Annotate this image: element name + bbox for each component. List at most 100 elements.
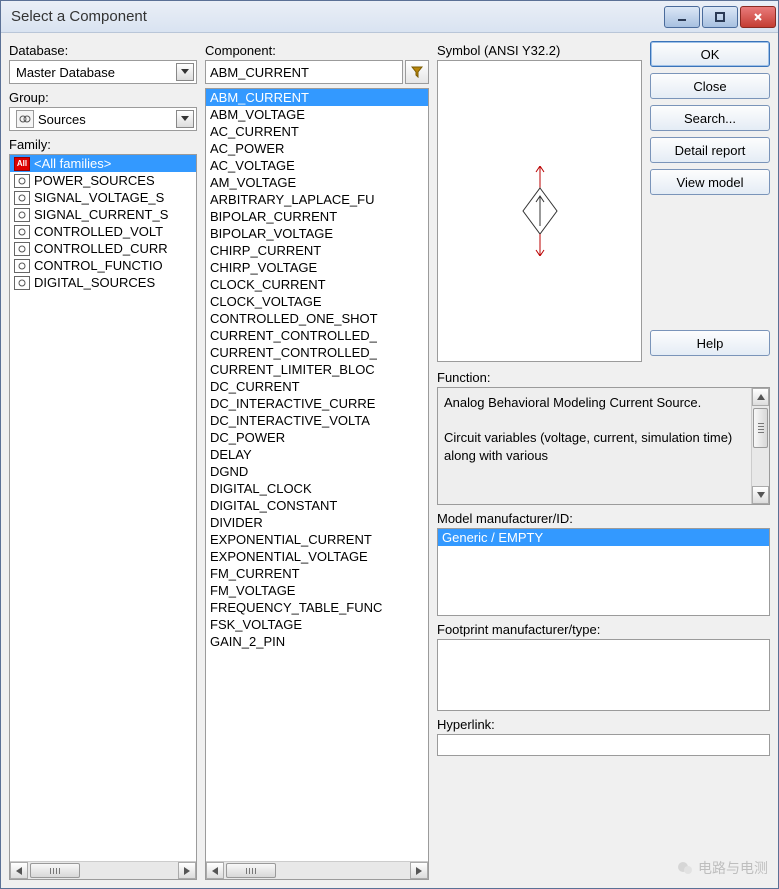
component-item[interactable]: DIGITAL_CLOCK (206, 480, 428, 497)
minimize-button[interactable] (664, 6, 700, 28)
view-model-button[interactable]: View model (650, 169, 770, 195)
hyperlink-label: Hyperlink: (437, 717, 770, 732)
component-item[interactable]: DGND (206, 463, 428, 480)
component-item[interactable]: ARBITRARY_LAPLACE_FU (206, 191, 428, 208)
component-item[interactable]: FM_CURRENT (206, 565, 428, 582)
scroll-left-icon[interactable] (10, 862, 28, 879)
component-item[interactable]: DIVIDER (206, 514, 428, 531)
component-item[interactable]: FSK_VOLTAGE (206, 616, 428, 633)
component-item[interactable]: FREQUENCY_TABLE_FUNC (206, 599, 428, 616)
component-item[interactable]: CHIRP_VOLTAGE (206, 259, 428, 276)
footprint-listbox[interactable] (437, 639, 770, 711)
model-item[interactable]: Generic / EMPTY (438, 529, 769, 546)
database-combobox[interactable]: Master Database (9, 60, 197, 84)
family-item-label: SIGNAL_VOLTAGE_S (34, 190, 164, 205)
function-label: Function: (437, 370, 770, 385)
component-item[interactable]: ABM_VOLTAGE (206, 106, 428, 123)
component-item[interactable]: DC_POWER (206, 429, 428, 446)
dependent-source-icon (515, 166, 565, 256)
component-item[interactable]: EXPONENTIAL_CURRENT (206, 531, 428, 548)
family-hscrollbar[interactable] (10, 861, 196, 879)
group-label: Group: (9, 90, 197, 105)
family-item-label: DIGITAL_SOURCES (34, 275, 155, 290)
family-item-label: <All families> (34, 156, 111, 171)
model-listbox[interactable]: Generic / EMPTY (437, 528, 770, 616)
component-label: Component: (205, 43, 429, 58)
model-label: Model manufacturer/ID: (437, 511, 770, 526)
chevron-down-icon (176, 63, 194, 81)
component-item[interactable]: FM_VOLTAGE (206, 582, 428, 599)
component-item[interactable]: CURRENT_CONTROLLED_ (206, 344, 428, 361)
family-item-label: CONTROLLED_VOLT (34, 224, 163, 239)
close-button[interactable]: Close (650, 73, 770, 99)
wechat-icon (676, 859, 694, 877)
family-item-label: CONTROL_FUNCTIO (34, 258, 163, 273)
family-item[interactable]: SIGNAL_VOLTAGE_S (10, 189, 196, 206)
component-item[interactable]: CLOCK_VOLTAGE (206, 293, 428, 310)
component-item[interactable]: AC_CURRENT (206, 123, 428, 140)
hyperlink-input[interactable] (437, 734, 770, 756)
function-text: Analog Behavioral Modeling Current Sourc… (444, 395, 732, 463)
help-button[interactable]: Help (650, 330, 770, 356)
group-value: Sources (38, 112, 176, 127)
family-item[interactable]: POWER_SOURCES (10, 172, 196, 189)
sources-icon (16, 110, 34, 128)
component-item[interactable]: EXPONENTIAL_VOLTAGE (206, 548, 428, 565)
component-item[interactable]: DC_INTERACTIVE_CURRE (206, 395, 428, 412)
component-item[interactable]: CURRENT_LIMITER_BLOC (206, 361, 428, 378)
family-item[interactable]: CONTROLLED_CURR (10, 240, 196, 257)
close-window-button[interactable] (740, 6, 776, 28)
component-hscrollbar[interactable] (206, 861, 428, 879)
symbol-label: Symbol (ANSI Y32.2) (437, 43, 642, 58)
component-item[interactable]: DC_CURRENT (206, 378, 428, 395)
family-label: Family: (9, 137, 197, 152)
filter-icon (411, 66, 423, 78)
component-item[interactable]: CURRENT_CONTROLLED_ (206, 327, 428, 344)
group-combobox[interactable]: Sources (9, 107, 197, 131)
filter-button[interactable] (405, 60, 429, 84)
window-title: Select a Component (11, 8, 664, 25)
scroll-down-icon[interactable] (752, 486, 769, 504)
component-item[interactable]: AC_POWER (206, 140, 428, 157)
family-item[interactable]: SIGNAL_CURRENT_S (10, 206, 196, 223)
component-item[interactable]: ABM_CURRENT (206, 89, 428, 106)
detail-report-button[interactable]: Detail report (650, 137, 770, 163)
family-listbox[interactable]: All<All families>POWER_SOURCES SIGNAL_VOL… (9, 154, 197, 880)
family-icon (14, 174, 30, 188)
component-input[interactable]: ABM_CURRENT (205, 60, 403, 84)
component-item[interactable]: DIGITAL_CONSTANT (206, 497, 428, 514)
component-item[interactable]: BIPOLAR_VOLTAGE (206, 225, 428, 242)
function-textarea[interactable]: Analog Behavioral Modeling Current Sourc… (437, 387, 770, 505)
family-item[interactable]: CONTROL_FUNCTIO (10, 257, 196, 274)
database-value: Master Database (16, 65, 176, 80)
titlebar: Select a Component (1, 1, 778, 33)
family-icon (14, 208, 30, 222)
component-item[interactable]: CONTROLLED_ONE_SHOT (206, 310, 428, 327)
ok-button[interactable]: OK (650, 41, 770, 67)
scroll-right-icon[interactable] (410, 862, 428, 879)
family-item[interactable]: DIGITAL_SOURCES (10, 274, 196, 291)
family-item-label: POWER_SOURCES (34, 173, 155, 188)
component-item[interactable]: CHIRP_CURRENT (206, 242, 428, 259)
family-item[interactable]: All<All families> (10, 155, 196, 172)
scroll-right-icon[interactable] (178, 862, 196, 879)
component-item[interactable]: AM_VOLTAGE (206, 174, 428, 191)
scroll-up-icon[interactable] (752, 388, 769, 406)
function-vscrollbar[interactable] (751, 388, 769, 504)
family-icon (14, 191, 30, 205)
watermark: 电路与电测 (676, 858, 768, 878)
select-component-dialog: Select a Component Database: Master Data… (0, 0, 779, 889)
scroll-left-icon[interactable] (206, 862, 224, 879)
family-icon (14, 242, 30, 256)
maximize-button[interactable] (702, 6, 738, 28)
search-button[interactable]: Search... (650, 105, 770, 131)
component-item[interactable]: GAIN_2_PIN (206, 633, 428, 650)
component-item[interactable]: AC_VOLTAGE (206, 157, 428, 174)
family-item-label: SIGNAL_CURRENT_S (34, 207, 168, 222)
component-item[interactable]: DELAY (206, 446, 428, 463)
component-item[interactable]: DC_INTERACTIVE_VOLTA (206, 412, 428, 429)
component-item[interactable]: CLOCK_CURRENT (206, 276, 428, 293)
family-item[interactable]: CONTROLLED_VOLT (10, 223, 196, 240)
component-item[interactable]: BIPOLAR_CURRENT (206, 208, 428, 225)
component-listbox[interactable]: ABM_CURRENTABM_VOLTAGEAC_CURRENTAC_POWER… (205, 88, 429, 880)
